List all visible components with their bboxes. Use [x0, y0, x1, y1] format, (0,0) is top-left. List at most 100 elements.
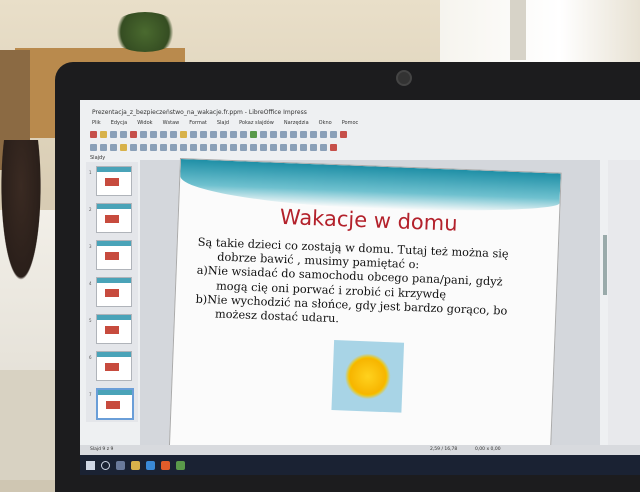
slide-thumbnail-selected[interactable]	[96, 388, 134, 420]
slide-number: 2	[89, 207, 92, 212]
comment-icon[interactable]	[310, 131, 317, 138]
shadow-icon[interactable]	[310, 144, 317, 151]
standard-toolbar	[90, 129, 620, 140]
align-icon[interactable]	[280, 144, 287, 151]
find-icon[interactable]	[210, 131, 217, 138]
slide-thumbnail[interactable]	[96, 314, 132, 344]
rectangle-icon[interactable]	[150, 144, 157, 151]
menu-insert[interactable]: Wstaw	[163, 118, 180, 128]
distribute-icon[interactable]	[300, 144, 307, 151]
arrange-icon[interactable]	[290, 144, 297, 151]
text-icon[interactable]	[110, 144, 117, 151]
ellipse-icon[interactable]	[160, 144, 167, 151]
properties-sidebar	[608, 160, 640, 460]
menu-window[interactable]: Okno	[319, 118, 332, 128]
curve-icon[interactable]	[180, 144, 187, 151]
slideshow-icon[interactable]	[340, 131, 347, 138]
basic-shapes-icon[interactable]	[200, 144, 207, 151]
callouts-icon[interactable]	[240, 144, 247, 151]
spellcheck-icon[interactable]	[220, 131, 227, 138]
line-color-icon[interactable]	[130, 144, 137, 151]
copy-icon[interactable]	[160, 131, 167, 138]
connector-icon[interactable]	[190, 144, 197, 151]
status-bar: Slajd 9 z 9 2,59 / 16,78 0,00 x 0,00	[80, 445, 640, 455]
print-icon[interactable]	[140, 131, 147, 138]
extrusion-icon[interactable]	[330, 144, 337, 151]
flowchart-icon[interactable]	[230, 144, 237, 151]
3d-objects-icon[interactable]	[260, 144, 267, 151]
menu-help[interactable]: Pomoc	[342, 118, 359, 128]
grid-icon[interactable]	[230, 131, 237, 138]
symbol-shapes-icon[interactable]	[210, 144, 217, 151]
slide-info: Slajd 9 z 9	[90, 447, 114, 452]
fill-color-icon[interactable]	[120, 144, 127, 151]
libreoffice-icon[interactable]	[176, 460, 185, 470]
menu-bar: Plik Edycja Widok Wstaw Format Slajd Pok…	[80, 118, 640, 128]
sun-icon[interactable]	[331, 340, 405, 413]
block-arrows-icon[interactable]	[220, 144, 227, 151]
firefox-icon[interactable]	[161, 460, 170, 470]
slide[interactable]: Wakacje w domu Są takie dzieci co zostaj…	[168, 158, 562, 465]
edge-icon[interactable]	[146, 460, 155, 470]
fontwork-icon[interactable]	[280, 131, 287, 138]
slide-thumbnail[interactable]	[96, 351, 132, 381]
menu-edit[interactable]: Edycja	[111, 118, 128, 128]
master-slide-icon[interactable]	[320, 131, 327, 138]
clone-icon[interactable]	[180, 131, 187, 138]
table-icon[interactable]	[240, 131, 247, 138]
slide-thumbnail[interactable]	[96, 240, 132, 270]
object-size: 0,00 x 0,00	[475, 447, 501, 452]
stars-icon[interactable]	[250, 144, 257, 151]
crop-icon[interactable]	[320, 144, 327, 151]
arrow-icon[interactable]	[170, 144, 177, 151]
window-light	[440, 0, 640, 70]
zoom-icon[interactable]	[100, 144, 107, 151]
laptop-screen: Prezentacja_z_bezpieczeństwo_na_wakacje.…	[80, 100, 640, 475]
slide-number: 6	[89, 355, 92, 360]
window-title: Prezentacja_z_bezpieczeństwo_na_wakacje.…	[92, 109, 307, 116]
slide-number: 1	[89, 170, 92, 175]
taskbar	[80, 455, 640, 475]
menu-file[interactable]: Plik	[92, 118, 101, 128]
redo-icon[interactable]	[200, 131, 207, 138]
plant	[110, 12, 180, 52]
menu-view[interactable]: Widok	[137, 118, 152, 128]
select-icon[interactable]	[90, 144, 97, 151]
slide-number: 7	[89, 392, 92, 397]
cut-icon[interactable]	[150, 131, 157, 138]
save-icon[interactable]	[110, 131, 117, 138]
hyperlink-icon[interactable]	[300, 131, 307, 138]
slides-panel-label: Slajdy	[90, 155, 106, 161]
search-icon[interactable]	[101, 460, 110, 470]
menu-format[interactable]: Format	[189, 118, 207, 128]
slide-number: 4	[89, 281, 92, 286]
window-frame	[510, 0, 526, 60]
menu-slideshow[interactable]: Pokaz slajdów	[239, 118, 274, 128]
chart-icon[interactable]	[260, 131, 267, 138]
image-icon[interactable]	[250, 131, 257, 138]
export-icon[interactable]	[120, 131, 127, 138]
scrollbar[interactable]	[603, 235, 607, 295]
slide-thumbnail[interactable]	[96, 166, 132, 196]
undo-icon[interactable]	[190, 131, 197, 138]
slide-thumbnail[interactable]	[96, 277, 132, 307]
new-icon[interactable]	[90, 131, 97, 138]
task-view-icon[interactable]	[116, 460, 125, 470]
slide-thumbnail[interactable]	[96, 203, 132, 233]
windows-start-icon[interactable]	[86, 460, 95, 470]
slide-icon[interactable]	[330, 131, 337, 138]
textbox-icon[interactable]	[270, 131, 277, 138]
line-icon[interactable]	[140, 144, 147, 151]
child	[0, 140, 60, 370]
rotate-icon[interactable]	[270, 144, 277, 151]
paste-icon[interactable]	[170, 131, 177, 138]
menu-slide[interactable]: Slajd	[217, 118, 229, 128]
slide-body[interactable]: Są takie dzieci co zostają w domu. Tutaj…	[195, 236, 538, 334]
file-explorer-icon[interactable]	[131, 460, 140, 470]
drawing-toolbar	[90, 142, 620, 153]
slide-number: 3	[89, 244, 92, 249]
pdf-icon[interactable]	[130, 131, 137, 138]
special-char-icon[interactable]	[290, 131, 297, 138]
menu-tools[interactable]: Narzędzia	[284, 118, 309, 128]
open-icon[interactable]	[100, 131, 107, 138]
